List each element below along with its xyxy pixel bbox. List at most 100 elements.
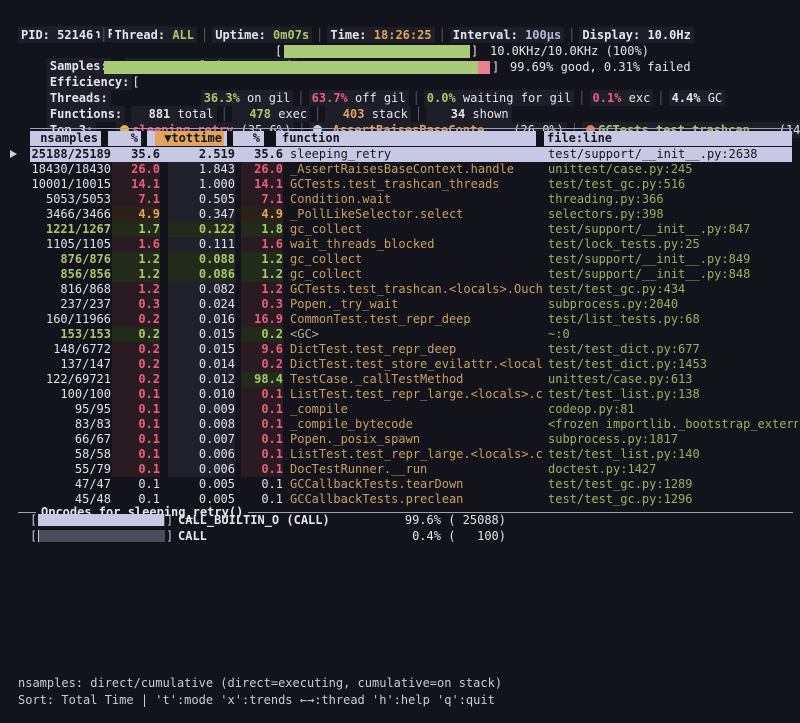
cell-p1: 1.2 — [112, 252, 160, 267]
cell-ns: 122/69721 — [18, 372, 111, 387]
threads-line: Threads:36.3% on gil│63.7% off gil│0.0% … — [18, 76, 800, 91]
table-row[interactable]: 10001/1001514.11.00014.1GCTests.test_tra… — [0, 177, 800, 192]
table-row[interactable]: 18430/1843026.01.84326.0_AssertRaisesBas… — [0, 162, 800, 177]
cell-tt: 0.086 — [168, 267, 235, 282]
table-row[interactable]: 1221/12671.70.1221.8gc_collecttest/suppo… — [0, 222, 800, 237]
column-header-file-line[interactable]: file:line — [547, 131, 647, 146]
cell-ns: 3466/3466 — [18, 207, 111, 222]
table-row[interactable]: 160/119660.20.01616.9CommonTest.test_rep… — [0, 312, 800, 327]
cell-file: test/test_gc.py:1289 — [548, 477, 798, 492]
cell-tt: 0.006 — [168, 462, 235, 477]
cell-ns: 1105/1105 — [18, 237, 111, 252]
table-row[interactable]: 5053/50537.10.5057.1Condition.waitthread… — [0, 192, 800, 207]
cell-file: subprocess.py:2040 — [548, 297, 798, 312]
cell-fn: Popen._posix_spawn — [290, 432, 542, 447]
cell-p1: 0.2 — [112, 327, 160, 342]
table-row[interactable]: 55/790.10.0060.1DocTestRunner.__rundocte… — [0, 462, 800, 477]
table-row[interactable]: 816/8681.20.0821.2GCTests.test_trashcan.… — [0, 282, 800, 297]
cell-fn: DocTestRunner.__run — [290, 462, 542, 477]
cell-p1: 0.2 — [112, 357, 160, 372]
cell-ns: 95/95 — [18, 402, 111, 417]
column-header-tottime-sorted[interactable]: ▼tottime — [155, 131, 224, 146]
footer-legend: nsamples: direct/cumulative (direct=exec… — [18, 676, 502, 691]
table-row[interactable]: 100/1000.10.0100.1ListTest.test_repr_lar… — [0, 387, 800, 402]
cell-p2: 0.2 — [241, 327, 283, 342]
table-row[interactable]: 237/2370.30.0240.3Popen._try_waitsubproc… — [0, 297, 800, 312]
cell-p1: 26.0 — [112, 162, 160, 177]
cell-p1: 14.1 — [112, 177, 160, 192]
opcode-name: CALL — [178, 529, 207, 544]
cell-fn: GCCallbackTests.tearDown — [290, 477, 542, 492]
status-item: PID: 52146 — [18, 27, 96, 43]
table-row[interactable]: 47/470.10.0050.1GCCallbackTests.tearDown… — [0, 477, 800, 492]
cell-ns: 83/83 — [18, 417, 111, 432]
table-row[interactable]: 153/1530.20.0150.2<GC>~:0 — [0, 327, 800, 342]
samples-bar-close-bracket: ] — [471, 44, 478, 59]
status-item: Thread: ALL — [112, 27, 198, 43]
cell-p2: 98.4 — [241, 372, 283, 387]
cell-p1: 0.1 — [112, 417, 160, 432]
cell-fn: Popen._try_wait — [290, 297, 542, 312]
efficiency-result: 99.69% good, 0.31% failed — [510, 60, 691, 75]
cell-file: ~:0 — [548, 327, 798, 342]
cell-ns: 153/153 — [18, 327, 111, 342]
cell-p1: 0.1 — [112, 432, 160, 447]
functions-line: Functions: 881 total│ 478 exec│ 403 stac… — [18, 92, 800, 107]
table-row[interactable]: 137/1470.20.0140.2DictTest.test_store_ev… — [0, 357, 800, 372]
cell-p2: 0.2 — [241, 357, 283, 372]
table-row[interactable]: 66/670.10.0070.1Popen._posix_spawnsubpro… — [0, 432, 800, 447]
cell-fn: _compile_bytecode — [290, 417, 542, 432]
cell-p2: 9.6 — [241, 342, 283, 357]
cell-tt: 0.009 — [168, 402, 235, 417]
cell-ns: 66/67 — [18, 432, 111, 447]
table-row[interactable]: 95/950.10.0090.1_compilecodeop.py:81 — [0, 402, 800, 417]
table-row[interactable]: 122/697210.20.01298.4TestCase._callTestM… — [0, 372, 800, 387]
status-item: Interval: 100µs — [450, 27, 564, 43]
cell-fn: sleeping_retry — [290, 147, 542, 162]
cell-file: test/test_gc.py:434 — [548, 282, 798, 297]
cell-p1: 0.1 — [112, 447, 160, 462]
column-header-pct-cumulative[interactable]: % — [234, 131, 260, 146]
table-top-separator — [30, 128, 793, 129]
cell-p2: 14.1 — [241, 177, 283, 192]
cell-tt: 0.014 — [168, 357, 235, 372]
table-row[interactable]: 3466/34664.90.3474.9_PollLikeSelector.se… — [0, 207, 800, 222]
cell-file: test/test_dict.py:1453 — [548, 357, 798, 372]
cell-tt: 0.006 — [168, 447, 235, 462]
cell-ns: 237/237 — [18, 297, 111, 312]
cell-file: test/test_list.py:138 — [548, 387, 798, 402]
table-row[interactable]: 58/580.10.0060.1ListTest.test_repr_large… — [0, 447, 800, 462]
opcode-bar — [38, 530, 165, 542]
cell-p2: 16.9 — [241, 312, 283, 327]
column-header-nsamples[interactable]: nsamples — [18, 131, 98, 146]
status-bar: PID: 52146│Thread: ALL│Uptime: 0m07s│Tim… — [18, 28, 800, 43]
samples-bar-open-bracket: [ — [275, 44, 282, 59]
cell-fn: gc_collect — [290, 252, 542, 267]
cell-p2: 4.9 — [241, 207, 283, 222]
column-header-function[interactable]: function — [282, 131, 382, 146]
table-row[interactable]: 148/67720.20.0159.6DictTest.test_repr_de… — [0, 342, 800, 357]
cell-file: test/test_gc.py:516 — [548, 177, 798, 192]
cell-fn: DictTest.test_store_evilattr.<local... — [290, 357, 542, 372]
cell-p2: 0.1 — [241, 387, 283, 402]
table-row[interactable]: 876/8761.20.0881.2gc_collecttest/support… — [0, 252, 800, 267]
cell-file: test/support/__init__.py:848 — [548, 267, 798, 282]
table-row[interactable]: 25188/2518935.62.51935.6sleeping_retryte… — [0, 147, 800, 162]
cell-p2: 1.2 — [241, 267, 283, 282]
cell-ns: 5053/5053 — [18, 192, 111, 207]
cell-tt: 0.005 — [168, 477, 235, 492]
efficiency-line: Efficiency:[ ] 99.69% good, 0.31% failed — [18, 60, 800, 75]
table-row[interactable]: 83/830.10.0080.1_compile_bytecode<frozen… — [0, 417, 800, 432]
footer-keybindings: Sort: Total Time | 't':mode 'x':trends ←… — [18, 693, 495, 708]
cell-p2: 35.6 — [241, 147, 283, 162]
opcode-stats: 0.4% ( 100) — [350, 529, 506, 544]
cell-file: test/support/__init__.py:849 — [548, 252, 798, 267]
opcode-row: []CALL 0.4% ( 100) — [0, 529, 800, 544]
table-row[interactable]: 856/8561.20.0861.2gc_collecttest/support… — [0, 267, 800, 282]
cell-tt: 0.010 — [168, 387, 235, 402]
cell-file: test/test_list.py:140 — [548, 447, 798, 462]
cell-p2: 1.8 — [241, 222, 283, 237]
cell-fn: _AssertRaisesBaseContext.handle — [290, 162, 542, 177]
table-row[interactable]: 1105/11051.60.1111.6wait_threads_blocked… — [0, 237, 800, 252]
cell-fn: GCTests.test_trashcan.<locals>.Ouch... — [290, 282, 542, 297]
